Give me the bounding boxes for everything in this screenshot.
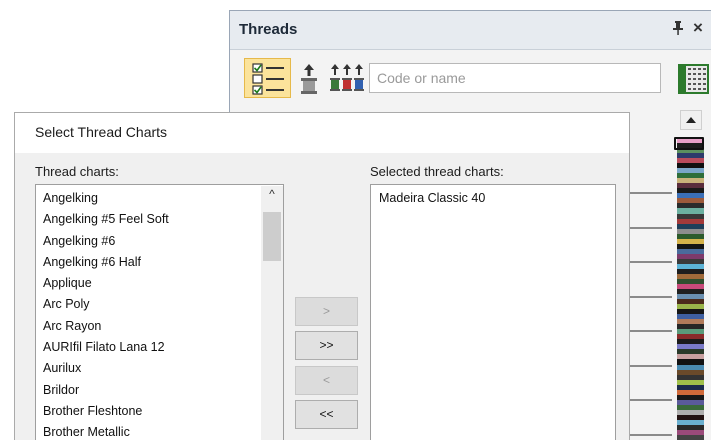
selected-thread-charts-list[interactable]: Madeira Classic 40 xyxy=(370,184,616,440)
thread-color-strip[interactable] xyxy=(677,138,704,440)
thread-chart-list-item[interactable]: Brother Metallic xyxy=(43,422,169,440)
list-view-toggle-button[interactable] xyxy=(244,58,291,98)
close-icon[interactable]: × xyxy=(693,19,703,37)
thread-chart-list-item[interactable]: Arc Poly xyxy=(43,294,169,315)
arrow-up-icon xyxy=(686,117,696,123)
thread-charts-scrollbar[interactable]: ^ xyxy=(261,186,283,440)
thread-chart-list-item[interactable]: Angelking #6 xyxy=(43,231,169,252)
thread-chart-list-item[interactable]: Applique xyxy=(43,273,169,294)
thread-search-input[interactable] xyxy=(369,63,661,93)
strip-scroll-up-button[interactable] xyxy=(680,110,702,130)
thread-chart-list-item[interactable]: Arc Rayon xyxy=(43,316,169,337)
thread-charts-label: Thread charts: xyxy=(35,164,119,179)
thread-chart-list-item[interactable]: Angelking xyxy=(43,188,169,209)
single-spool-icon[interactable] xyxy=(298,64,320,96)
add-all-charts-button[interactable]: >> xyxy=(295,331,358,360)
thread-chart-list-item[interactable]: Angelking #5 Feel Soft xyxy=(43,209,169,230)
dialog-title: Select Thread Charts xyxy=(35,124,168,140)
remove-all-charts-button[interactable]: << xyxy=(295,400,358,429)
select-thread-charts-dialog: Select Thread Charts Thread charts: Sele… xyxy=(14,112,630,440)
thread-color-swatch[interactable] xyxy=(677,434,704,440)
thread-chart-list-item[interactable]: Angelking #6 Half xyxy=(43,252,169,273)
threads-panel-header: Threads × xyxy=(230,11,711,50)
threads-toolbar xyxy=(244,58,709,98)
pin-icon[interactable] xyxy=(672,21,684,38)
selected-thread-charts-label: Selected thread charts: xyxy=(370,164,504,179)
thread-chart-list-item[interactable]: Brother Fleshtone xyxy=(43,401,169,422)
chevron-up-icon[interactable]: ^ xyxy=(261,186,283,203)
threads-panel-title: Threads xyxy=(239,21,298,38)
color-strip-selection-marker[interactable] xyxy=(674,137,704,150)
thread-charts-items: Angelking Angelking #5 Feel Soft Angelking… xyxy=(43,188,169,440)
swatch-grid-icon[interactable] xyxy=(678,64,709,94)
scrollbar-thumb[interactable] xyxy=(263,212,281,261)
thread-chart-list-item[interactable]: Aurilux xyxy=(43,358,169,379)
thread-charts-list[interactable]: Angelking Angelking #5 Feel Soft Angelking… xyxy=(35,184,284,440)
selected-chart-list-item[interactable]: Madeira Classic 40 xyxy=(379,188,485,209)
add-chart-button[interactable]: > xyxy=(295,297,358,326)
list-checkbox-icon xyxy=(252,63,284,95)
selected-thread-charts-items: Madeira Classic 40 xyxy=(379,188,485,209)
thread-chart-list-item[interactable]: Brildor xyxy=(43,380,169,401)
thread-chart-list-item[interactable]: AURIfil Filato Lana 12 xyxy=(43,337,169,358)
multi-spool-icon[interactable] xyxy=(330,64,364,96)
remove-chart-button[interactable]: < xyxy=(295,366,358,395)
dialog-title-bar[interactable]: Select Thread Charts xyxy=(15,113,629,153)
